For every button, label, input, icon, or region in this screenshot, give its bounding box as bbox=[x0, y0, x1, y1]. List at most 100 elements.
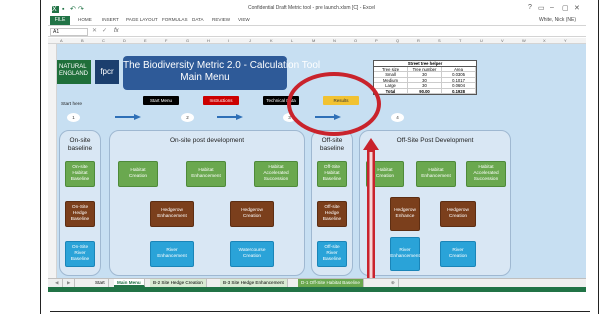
close-icon[interactable]: ✕ bbox=[574, 4, 580, 12]
column-header[interactable]: T bbox=[459, 38, 461, 43]
step-4: 4 bbox=[391, 113, 404, 122]
table-header: Area bbox=[442, 67, 476, 72]
column-header[interactable]: M bbox=[312, 38, 315, 43]
start-menu-button[interactable]: Start Menu bbox=[143, 96, 179, 105]
column-header[interactable]: C bbox=[102, 38, 105, 43]
start-here-label: Start here bbox=[61, 102, 83, 107]
column-header[interactable]: L bbox=[291, 38, 293, 43]
sheet-tab-b3[interactable]: B-3 Site Hedge Enhancement bbox=[220, 279, 288, 287]
formula-bar: A1 ✕ ✓ fx bbox=[48, 27, 586, 37]
tab-file[interactable]: FILE bbox=[50, 16, 70, 25]
title-bar: X ▪ ↶ ↷ Confidential Draft Metric tool -… bbox=[48, 4, 586, 15]
column-header[interactable]: H bbox=[207, 38, 210, 43]
habitat-enhancement-button[interactable]: Habitat Enhancement bbox=[186, 161, 226, 187]
undo-icon[interactable]: ↶ bbox=[70, 6, 77, 13]
column-header[interactable]: I bbox=[228, 38, 229, 43]
scroll-right-icon[interactable]: ▶ bbox=[64, 279, 75, 287]
minimize-icon[interactable]: – bbox=[550, 4, 554, 11]
instructions-button[interactable]: Instructions bbox=[203, 96, 239, 105]
hedgerow-creation-button[interactable]: Hedgerow Creation bbox=[230, 201, 274, 227]
habitat-accelerated-succession-button[interactable]: Habitat Accelerated Succession bbox=[254, 161, 298, 187]
tab-data[interactable]: DATA bbox=[192, 17, 204, 22]
table-header: Tree number bbox=[408, 67, 442, 72]
enter-icon[interactable]: ✓ bbox=[102, 27, 107, 34]
offsite-river-baseline-button[interactable]: Off-site River Baseline bbox=[317, 241, 347, 267]
river-enhancement-button[interactable]: River Enhancement bbox=[150, 241, 194, 267]
tab-formulas[interactable]: FORMULAS bbox=[162, 17, 188, 22]
add-sheet-icon[interactable]: ⊕ bbox=[388, 279, 399, 287]
hedgerow-enhancement-button[interactable]: Hedgerow Enhancement bbox=[150, 201, 194, 227]
column-header[interactable]: R bbox=[417, 38, 420, 43]
panel-title: On-site baseline bbox=[67, 137, 93, 152]
column-header[interactable]: F bbox=[165, 38, 167, 43]
tab-insert[interactable]: INSERT bbox=[102, 17, 119, 22]
offsite-habitat-accelerated-button[interactable]: Habitat Accelerated Succession bbox=[466, 161, 506, 187]
column-header[interactable]: Y bbox=[564, 38, 567, 43]
tab-review[interactable]: REVIEW bbox=[212, 17, 230, 22]
column-header[interactable]: W bbox=[522, 38, 526, 43]
column-header[interactable]: Q bbox=[396, 38, 399, 43]
arrow-right-icon bbox=[115, 114, 141, 120]
table-cell[interactable]: 0.1928 bbox=[442, 88, 476, 94]
user-name[interactable]: White, Nick (NE) bbox=[539, 17, 576, 23]
tab-page-layout[interactable]: PAGE LAYOUT bbox=[126, 17, 158, 22]
redo-icon[interactable]: ↷ bbox=[78, 6, 85, 13]
column-header[interactable]: A bbox=[60, 38, 63, 43]
table-cell[interactable]: 30 bbox=[408, 72, 442, 77]
cancel-icon[interactable]: ✕ bbox=[92, 27, 97, 34]
table-cell[interactable]: 90.00 bbox=[408, 88, 442, 94]
ribbon-display-icon[interactable]: ▭ bbox=[538, 4, 545, 12]
sheet-tab-start[interactable]: Start bbox=[92, 279, 109, 287]
column-header[interactable]: S bbox=[438, 38, 441, 43]
column-header[interactable]: U bbox=[480, 38, 483, 43]
table-cell[interactable]: 0.0604 bbox=[442, 83, 476, 88]
table-cell[interactable]: 30 bbox=[408, 83, 442, 88]
offsite-river-creation-button[interactable]: River Creation bbox=[440, 241, 476, 267]
column-header[interactable]: N bbox=[333, 38, 336, 43]
offsite-habitat-baseline-button[interactable]: Off-Site Habitat Baseline bbox=[317, 161, 347, 187]
onsite-post-panel: On-site post development Habitat Creatio… bbox=[109, 130, 305, 276]
table-cell[interactable]: 0.0305 bbox=[442, 72, 476, 77]
tab-view[interactable]: VIEW bbox=[238, 17, 250, 22]
window-title: Confidential Draft Metric tool - pre lau… bbox=[248, 5, 375, 11]
column-header[interactable]: D bbox=[123, 38, 126, 43]
sheet-tab-main-menu[interactable]: Main Menu bbox=[114, 279, 145, 287]
table-cell[interactable]: Large bbox=[374, 83, 408, 88]
offsite-hedgerow-creation-button[interactable]: Hedgerow Creation bbox=[440, 201, 476, 227]
column-header[interactable]: P bbox=[375, 38, 378, 43]
watercourse-creation-button[interactable]: Watercourse Creation bbox=[230, 241, 274, 267]
offsite-habitat-enhancement-button[interactable]: Habitat Enhancement bbox=[416, 161, 456, 187]
offsite-hedge-baseline-button[interactable]: Off-site Hedge Baseline bbox=[317, 201, 347, 227]
table-cell[interactable]: Medium bbox=[374, 77, 408, 83]
tab-home[interactable]: HOME bbox=[78, 17, 92, 22]
function-icon[interactable]: fx bbox=[114, 28, 119, 34]
help-icon[interactable]: ? bbox=[528, 4, 532, 11]
onsite-habitat-baseline-button[interactable]: On-site Habitat Baseline bbox=[65, 161, 95, 187]
scroll-left-icon[interactable]: ◀ bbox=[52, 279, 63, 287]
name-box[interactable]: A1 bbox=[50, 28, 88, 36]
column-header[interactable]: J bbox=[249, 38, 251, 43]
offsite-river-enhancement-button[interactable]: River Enhancement bbox=[390, 237, 420, 271]
maximize-icon[interactable]: ▢ bbox=[562, 4, 569, 12]
column-header[interactable]: X bbox=[543, 38, 546, 43]
table-cell[interactable]: 0.1017 bbox=[442, 77, 476, 83]
habitat-creation-button[interactable]: Habitat Creation bbox=[118, 161, 158, 187]
sheet-tab-b2[interactable]: B-2 Site Hedge Creation bbox=[150, 279, 207, 287]
column-header[interactable]: O bbox=[354, 38, 357, 43]
row-headers bbox=[48, 44, 57, 278]
column-header[interactable]: V bbox=[501, 38, 504, 43]
offsite-hedgerow-enhance-button[interactable]: Hedgerow Enhance bbox=[390, 197, 420, 231]
column-header[interactable]: B bbox=[81, 38, 84, 43]
column-header[interactable]: K bbox=[270, 38, 273, 43]
worksheet[interactable]: NATURAL ENGLAND fpcr The Biodiversity Me… bbox=[57, 44, 586, 278]
onsite-hedge-baseline-button[interactable]: On-Site Hedge Baseline bbox=[65, 201, 95, 227]
onsite-river-baseline-button[interactable]: On-Site River Baseline bbox=[65, 241, 95, 267]
column-header[interactable]: E bbox=[144, 38, 147, 43]
table-cell[interactable]: Total bbox=[374, 88, 408, 94]
banner-subtitle: Main Menu bbox=[180, 72, 230, 83]
save-icon[interactable]: ▪ bbox=[62, 6, 69, 13]
table-cell[interactable]: 30 bbox=[408, 77, 442, 83]
sheet-tab-d1[interactable]: D-1 Off-Site Habitat Baseline bbox=[298, 279, 364, 287]
column-header[interactable]: G bbox=[186, 38, 189, 43]
table-cell[interactable]: Small bbox=[374, 72, 408, 77]
